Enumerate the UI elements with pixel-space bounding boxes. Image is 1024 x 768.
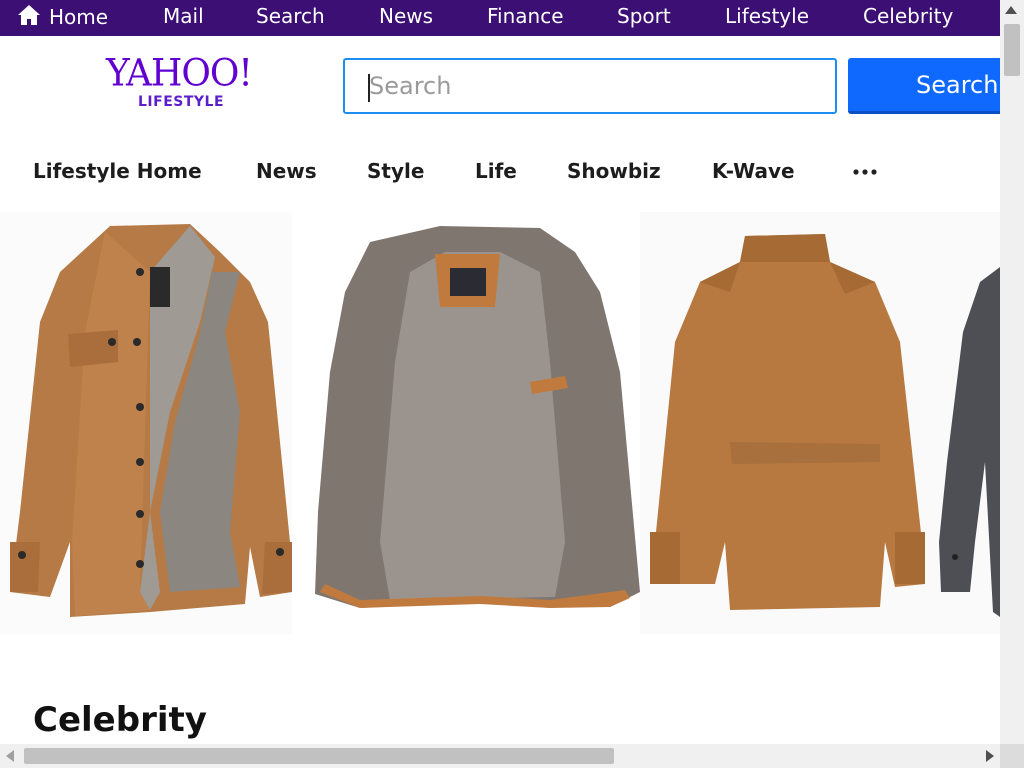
search-button[interactable]: Search [848,58,1008,114]
section-life[interactable]: Life [475,159,517,183]
section-k-wave[interactable]: K-Wave [712,159,795,183]
horizontal-scroll-thumb[interactable] [24,748,614,764]
grey-jacket-image[interactable] [935,212,1000,634]
scroll-up-arrow-icon[interactable] [1005,6,1017,14]
more-dots-icon[interactable] [852,168,878,176]
text-caret [368,74,370,102]
top-nav-home[interactable]: Home [17,4,108,29]
section-headline: Celebrity [33,700,207,740]
vertical-scroll-thumb[interactable] [1004,24,1020,76]
top-nav-bar: Home Mail Search News Finance Sport Life… [0,0,1000,36]
vertical-scrollbar[interactable] [1000,0,1024,744]
scroll-left-arrow-icon[interactable] [6,750,14,762]
tan-leather-jacket-front-image[interactable] [0,212,300,634]
tan-leather-jacket-back-image[interactable] [640,212,940,634]
top-nav-search[interactable]: Search [256,4,325,28]
scroll-right-arrow-icon[interactable] [986,750,994,762]
home-icon [18,5,40,25]
yahoo-lifestyle-logo[interactable]: YAHOO! LIFESTYLE [106,51,256,114]
top-nav-home-label: Home [49,5,109,29]
image-gallery[interactable] [0,212,1000,634]
section-style[interactable]: Style [367,159,424,183]
section-showbiz[interactable]: Showbiz [567,159,661,183]
top-nav-news[interactable]: News [379,4,433,28]
section-news[interactable]: News [256,159,317,183]
scrollbar-corner [1000,744,1024,768]
top-nav-celebrity[interactable]: Celebrity [863,4,953,28]
top-nav-sport[interactable]: Sport [617,4,671,28]
fleece-lining-image[interactable] [300,212,650,634]
section-lifestyle-home[interactable]: Lifestyle Home [33,159,202,183]
logo-subtitle: LIFESTYLE [138,94,225,110]
logo-wordmark: YAHOO! [106,51,253,95]
top-nav-lifestyle[interactable]: Lifestyle [725,4,809,28]
top-nav-finance[interactable]: Finance [487,4,564,28]
top-nav-mail[interactable]: Mail [163,4,204,28]
search-input[interactable] [343,58,837,114]
